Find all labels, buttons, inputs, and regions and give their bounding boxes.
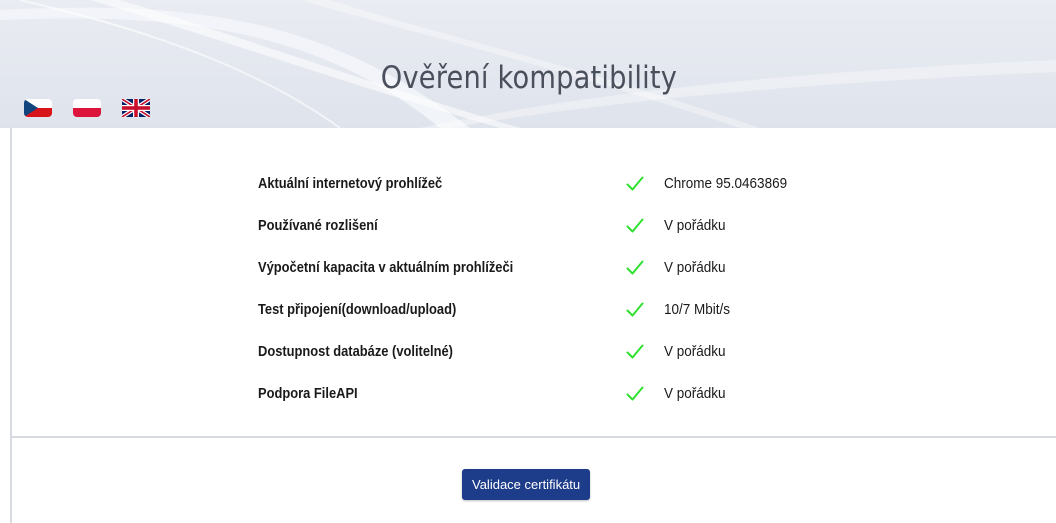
check-value: Chrome 95.0463869 (664, 175, 788, 192)
check-value: V pořádku (664, 259, 726, 276)
compatibility-results-panel: Aktuální internetový prohlížeč Chrome 95… (10, 128, 1056, 438)
check-value: V pořádku (664, 217, 726, 234)
check-mark-icon (626, 218, 644, 233)
check-row-compute: Výpočetní kapacita v aktuálním prohlížeč… (12, 256, 1052, 280)
check-label: Test připojení(download/upload) (258, 301, 457, 318)
check-label: Podpora FileAPI (258, 385, 358, 402)
check-mark-icon (626, 344, 644, 359)
header-banner: Ověření kompatibility (0, 0, 1056, 128)
check-label: Dostupnost databáze (volitelné) (258, 343, 453, 360)
compatibility-page: Ověření kompatibility Aktuální interneto… (0, 0, 1056, 523)
check-label: Výpočetní kapacita v aktuálním prohlížeč… (258, 259, 514, 276)
check-value: V pořádku (664, 385, 726, 402)
page-title: Ověření kompatibility (380, 60, 678, 96)
check-row-fileapi: Podpora FileAPI V pořádku (12, 382, 1052, 406)
check-row-database: Dostupnost databáze (volitelné) V pořádk… (12, 340, 1052, 364)
check-mark-icon (626, 176, 644, 191)
polish-flag-icon[interactable] (73, 99, 101, 122)
uk-flag-icon[interactable] (120, 97, 152, 122)
check-mark-icon (626, 386, 644, 401)
check-mark-icon (626, 260, 644, 275)
czech-flag-icon[interactable] (24, 99, 52, 122)
check-label: Aktuální internetový prohlížeč (258, 175, 443, 192)
actions-footer: Validace certifikátu (10, 438, 1056, 523)
check-label: Používané rozlišení (258, 217, 378, 234)
check-row-browser: Aktuální internetový prohlížeč Chrome 95… (12, 172, 1052, 196)
check-mark-icon (626, 302, 644, 317)
check-value: V pořádku (664, 343, 726, 360)
check-value: 10/7 Mbit/s (664, 301, 731, 318)
validate-certificate-button[interactable]: Validace certifikátu (462, 469, 591, 500)
check-row-connection: Test připojení(download/upload) 10/7 Mbi… (12, 298, 1052, 322)
check-row-resolution: Používané rozlišení V pořádku (12, 214, 1052, 238)
